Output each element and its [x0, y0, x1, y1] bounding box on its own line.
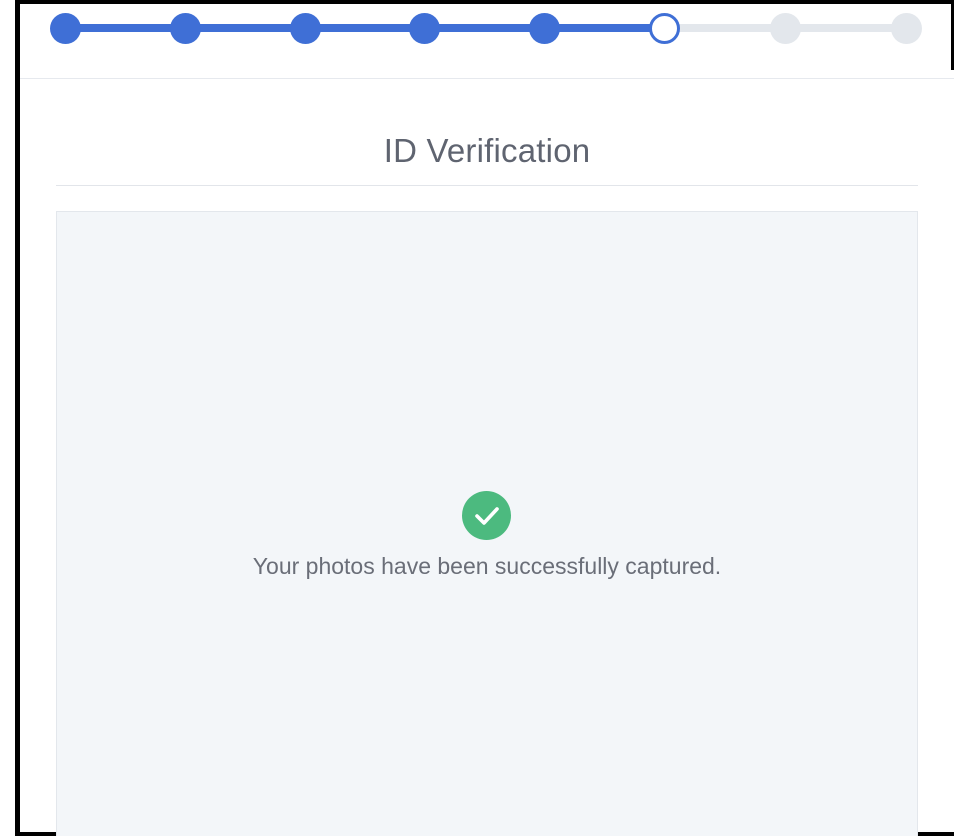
title-divider	[56, 185, 918, 186]
stepper-divider	[20, 78, 954, 79]
page-title: ID Verification	[383, 132, 591, 169]
step-7	[770, 13, 801, 44]
step-5	[529, 13, 560, 44]
verification-window: ID Verification Your photos have been su…	[0, 0, 954, 836]
frame-border-top	[15, 0, 954, 4]
frame-border-left	[15, 0, 20, 836]
progress-track-completed	[66, 24, 664, 32]
step-1	[50, 13, 81, 44]
step-2	[170, 13, 201, 44]
success-message: Your photos have been successfully captu…	[252, 553, 722, 579]
check-circle-icon	[462, 491, 511, 540]
step-8	[891, 13, 922, 44]
step-4	[409, 13, 440, 44]
step-6-current	[649, 13, 680, 44]
step-3	[290, 13, 321, 44]
